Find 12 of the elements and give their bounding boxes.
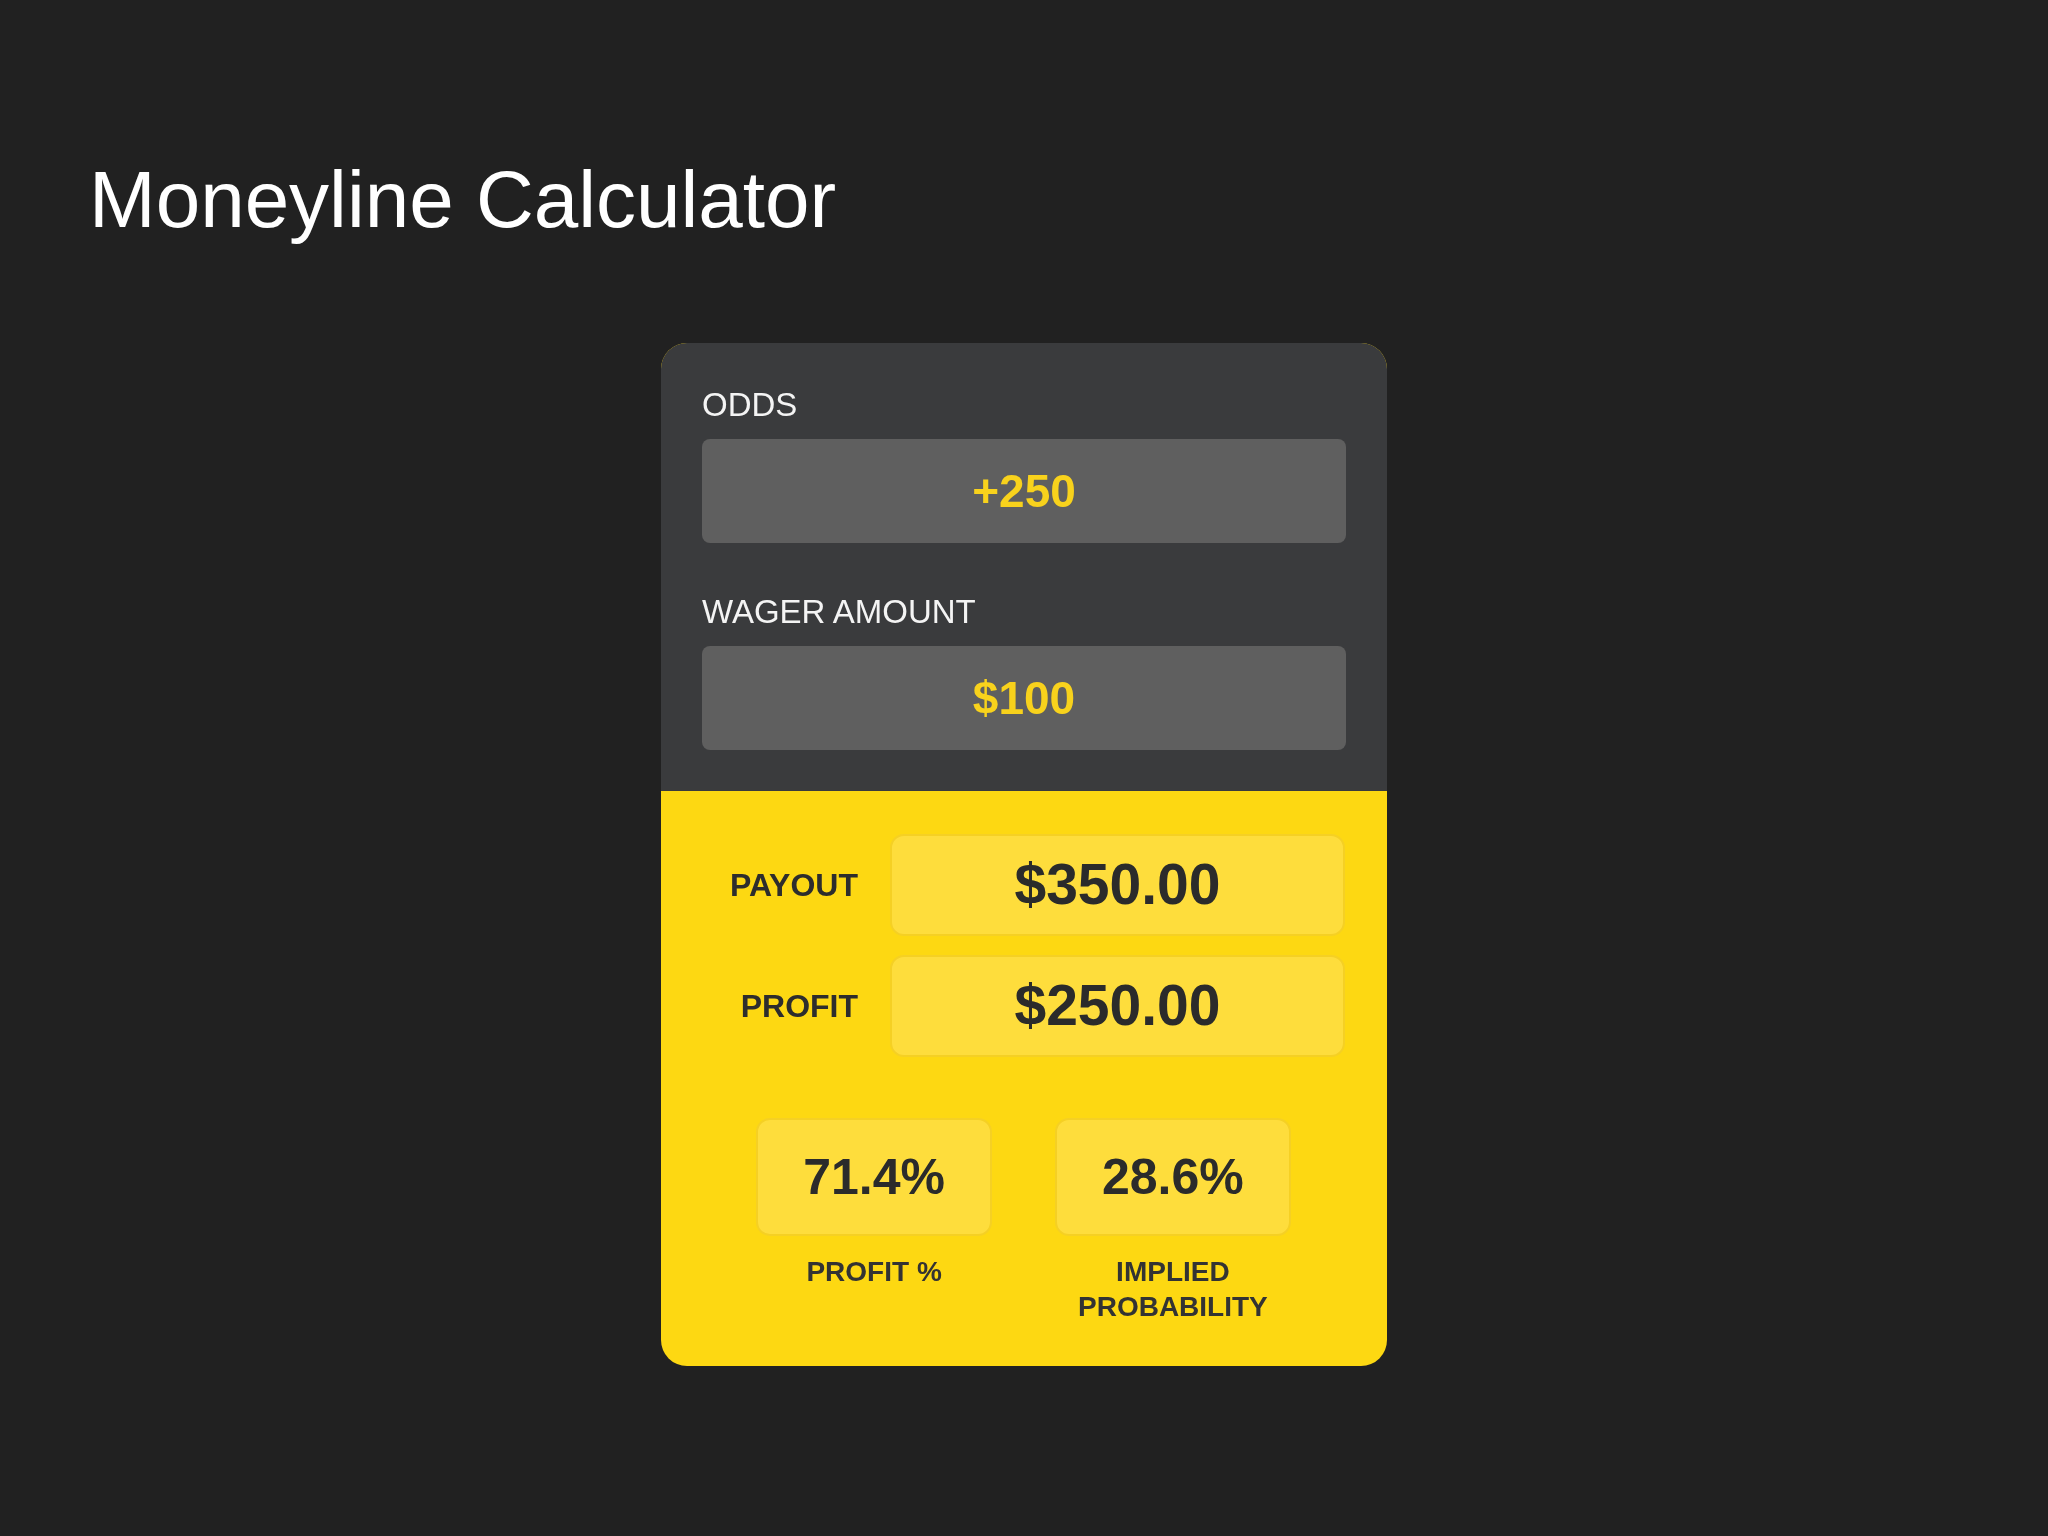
- result-display: $350.00: [890, 834, 1345, 936]
- stat-display: 28.6%: [1055, 1118, 1291, 1236]
- field-label: ODDS: [702, 385, 798, 425]
- result-display: $250.00: [890, 955, 1345, 1057]
- input-field[interactable]: +250: [702, 439, 1346, 543]
- stat-label: IMPLIED PROBABILITY: [1077, 1255, 1269, 1324]
- field-label: WAGER AMOUNT: [702, 592, 976, 632]
- stat-display: 71.4%: [756, 1118, 992, 1236]
- input-field[interactable]: $100: [702, 646, 1346, 750]
- result-label: PAYOUT: [729, 866, 858, 905]
- result-label: PROFIT: [740, 987, 858, 1026]
- stat-label: PROFIT %: [806, 1255, 942, 1289]
